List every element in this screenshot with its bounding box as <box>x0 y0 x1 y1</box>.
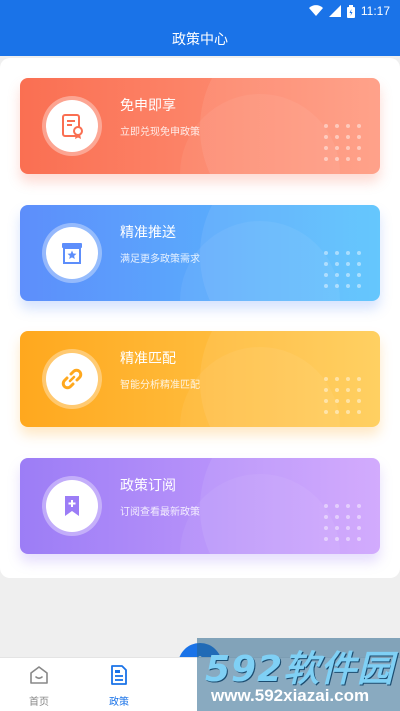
dot-pattern <box>324 504 364 541</box>
page-title: 政策中心 <box>172 32 228 48</box>
card-subtitle: 智能分析精准匹配 <box>120 380 200 391</box>
card-title: 政策订阅 <box>120 478 176 494</box>
card-subtitle: 立即兑现免申政策 <box>120 127 200 138</box>
dot-pattern <box>324 124 364 161</box>
card-precise-match[interactable]: 精准匹配 智能分析精准匹配 <box>20 331 380 427</box>
nav-item-policy[interactable]: 政策 <box>89 664 149 708</box>
link-icon <box>46 353 98 405</box>
watermark-url: www.592xiazai.com <box>211 686 370 705</box>
status-bar: 11:17 <box>0 0 400 22</box>
watermark-brand: 592软件园 <box>205 649 395 690</box>
card-title: 精准推送 <box>120 225 176 241</box>
nav-label: 首页 <box>29 697 49 708</box>
document-icon <box>108 664 130 690</box>
card-subtitle: 订阅查看最新政策 <box>120 507 200 518</box>
signal-icon <box>328 5 341 17</box>
card-list-panel: 免申即享 立即兑现免申政策 精准推送 满足更多政策需求 精准匹配 智能分析精准匹… <box>0 58 400 578</box>
title-bar: 政策中心 <box>0 22 400 56</box>
nav-label: 政策 <box>109 697 129 708</box>
certificate-icon <box>46 100 98 152</box>
card-title: 免申即享 <box>120 98 176 114</box>
nav-item-home[interactable]: 首页 <box>9 664 69 708</box>
card-title: 精准匹配 <box>120 351 176 367</box>
watermark-logo: 592软件园 www.592xiazai.com <box>197 638 400 711</box>
status-time: 11:17 <box>360 4 390 18</box>
card-exemption-apply[interactable]: 免申即享 立即兑现免申政策 <box>20 78 380 174</box>
dot-pattern <box>324 377 364 414</box>
card-policy-subscribe[interactable]: 政策订阅 订阅查看最新政策 <box>20 458 380 554</box>
home-icon <box>28 664 50 690</box>
battery-icon <box>346 4 355 18</box>
card-subtitle: 满足更多政策需求 <box>120 254 200 265</box>
star-inbox-icon <box>46 227 98 279</box>
card-precise-push[interactable]: 精准推送 满足更多政策需求 <box>20 205 380 301</box>
bookmark-plus-icon <box>46 480 98 532</box>
dot-pattern <box>324 251 364 288</box>
wifi-icon <box>308 5 323 17</box>
